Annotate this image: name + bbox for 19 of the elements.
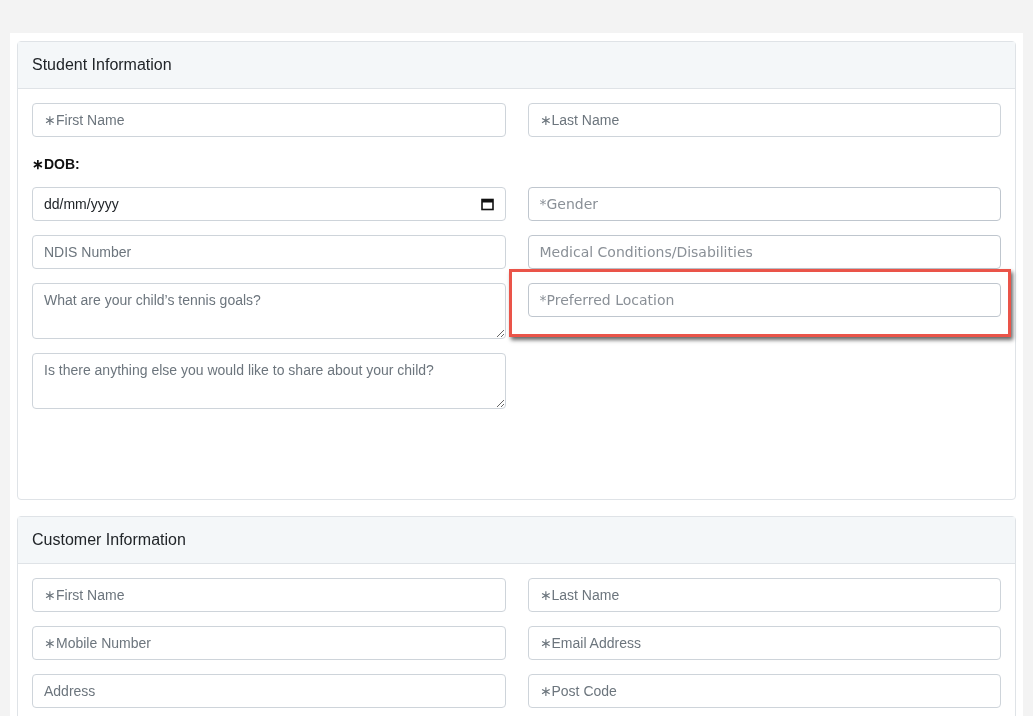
text-field[interactable]: ∗Post Code <box>527 674 1001 708</box>
text-field[interactable]: ∗Mobile Number <box>32 626 506 660</box>
text-area[interactable]: Is there anything else you would like to share about your child? <box>32 353 506 409</box>
text-area[interactable]: What are your child’s tennis goals? <box>32 283 506 339</box>
text-field[interactable]: ∗Last Name <box>527 578 1001 612</box>
dropdown-field[interactable]: *Preferred Location <box>527 283 1001 317</box>
text-field[interactable]: ∗Email Address <box>527 626 1001 660</box>
section-title: Student Information <box>32 55 172 75</box>
dropdown-field[interactable]: Medical Conditions/Disabilities <box>527 235 1001 269</box>
text-field[interactable]: NDIS Number <box>32 235 506 269</box>
dropdown-field[interactable]: *Gender <box>527 187 1001 221</box>
section-title: Customer Information <box>32 530 186 550</box>
calendar-icon[interactable] <box>480 197 494 211</box>
field-label: ∗DOB: <box>32 155 81 174</box>
text-field[interactable]: ∗First Name <box>32 103 506 137</box>
date-field[interactable]: dd/mm/yyyy <box>32 187 506 221</box>
text-field[interactable]: ∗Last Name <box>527 103 1001 137</box>
text-field[interactable]: Address <box>32 674 506 708</box>
text-field[interactable]: ∗First Name <box>32 578 506 612</box>
